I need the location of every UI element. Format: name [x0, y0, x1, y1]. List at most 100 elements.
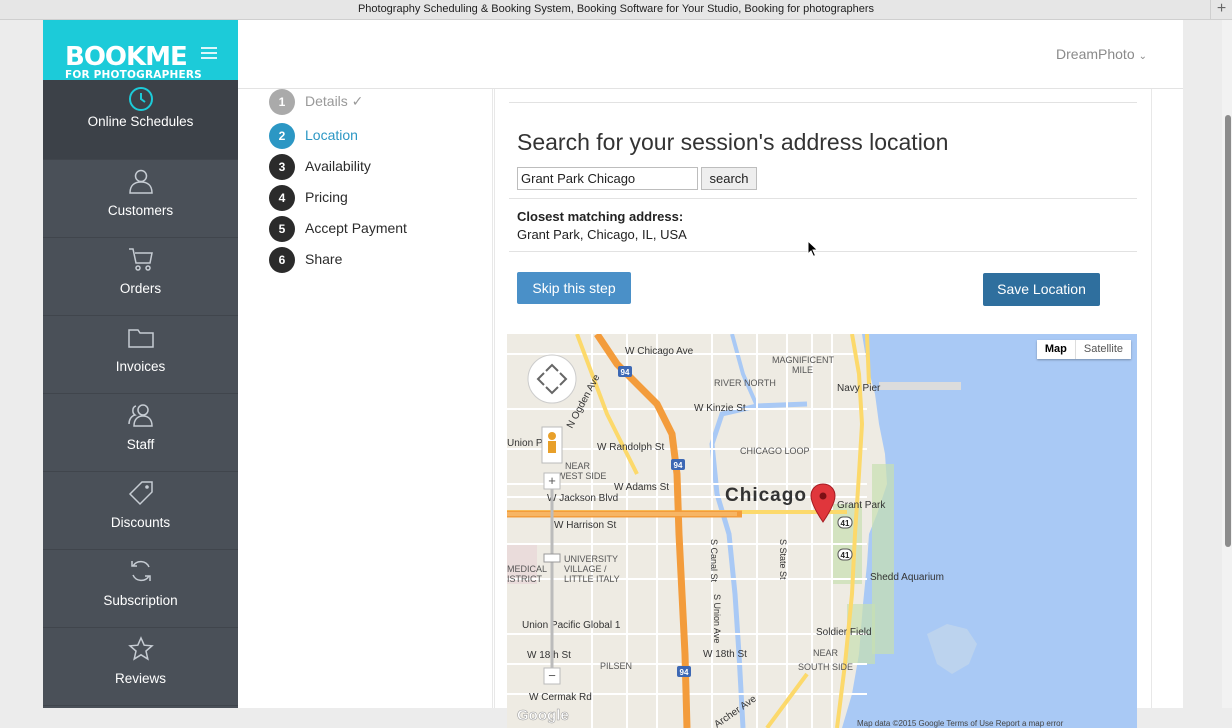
- brand-logo[interactable]: BOOKME FOR PHOTOGRAPHERS: [43, 20, 238, 89]
- step-number: 2: [269, 123, 295, 149]
- zoom-out-icon: −: [548, 668, 556, 683]
- map-label-us41: 41: [841, 519, 850, 528]
- map-label-street: W Chicago Ave: [625, 346, 694, 357]
- step-number: 1: [269, 89, 295, 115]
- closest-address-label: Closest matching address:: [517, 209, 684, 224]
- map-label-poi: Soldier Field: [816, 627, 872, 638]
- top-header: DreamPhoto ⌄: [238, 20, 1183, 89]
- map-type-satellite-button[interactable]: Satellite: [1076, 340, 1131, 359]
- folder-icon: [128, 329, 154, 348]
- map-type-toggle[interactable]: Map Satellite: [1036, 340, 1131, 359]
- map-label-poi: Union Pacific Global 1: [522, 620, 621, 631]
- map-label-neighborhood: NEAR: [813, 648, 839, 658]
- map-label-street: W Kinzie St: [694, 403, 746, 414]
- sidebar: Online Schedules Customers Orders Invoic…: [43, 80, 238, 708]
- google-logo: Google: [517, 707, 569, 724]
- step-label: Details ✓: [305, 93, 364, 109]
- map-label-neighborhood: UNIVERSITY: [564, 554, 618, 564]
- hamburger-menu-icon[interactable]: [201, 47, 217, 59]
- star-icon: [128, 636, 154, 661]
- sidebar-item-online-schedules[interactable]: Online Schedules: [43, 80, 238, 160]
- map-label-neighborhood: MAGNIFICENT: [772, 355, 835, 365]
- step-number: 6: [269, 247, 295, 273]
- map-label-neighborhood: LITTLE ITALY: [564, 574, 620, 584]
- map-canvas: 94 94 94 41 41 W Chicago Ave MAGNIFICENT…: [507, 334, 1137, 728]
- new-tab-icon[interactable]: +: [1210, 0, 1232, 20]
- map-label-neighborhood: VILLAGE /: [564, 564, 607, 574]
- save-location-button[interactable]: Save Location: [983, 273, 1100, 306]
- step-number: 5: [269, 216, 295, 242]
- map-label-neighborhood: ISTRICT: [507, 574, 543, 584]
- map-label-street: W Harrison St: [554, 520, 616, 531]
- wizard-steps: 1 Details ✓ 2 Location 3 Availability 4 …: [238, 89, 493, 708]
- map-label-neighborhood: RIVER NORTH: [714, 378, 776, 388]
- clock-icon: [129, 87, 153, 111]
- search-button[interactable]: search: [701, 167, 757, 190]
- map-label-neighborhood: MILE: [792, 365, 813, 375]
- map-type-map-button[interactable]: Map: [1037, 340, 1076, 359]
- step-label: Share: [305, 251, 343, 267]
- sidebar-item-label: Customers: [107, 203, 174, 218]
- map-label-neighborhood: PILSEN: [600, 661, 632, 671]
- sidebar-item-subscription[interactable]: Subscription: [43, 550, 238, 628]
- map-label-neighborhood: MEDICAL: [507, 564, 547, 574]
- sidebar-item-label: Staff: [126, 437, 155, 452]
- map-label-i94: 94: [621, 368, 630, 377]
- sidebar-item-label: Discounts: [110, 515, 171, 530]
- sidebar-item-invoices[interactable]: Invoices: [43, 316, 238, 394]
- tag-icon: [128, 481, 153, 506]
- sidebar-item-label: Subscription: [103, 593, 178, 608]
- map-view[interactable]: 94 94 94 41 41 W Chicago Ave MAGNIFICENT…: [507, 334, 1137, 728]
- map-attribution: Map data ©2015 Google Terms of Use Repor…: [857, 719, 1064, 728]
- cart-icon: [129, 248, 153, 271]
- step-number: 3: [269, 154, 295, 180]
- mouse-cursor-icon: [807, 240, 819, 258]
- sidebar-item-customers[interactable]: Customers: [43, 160, 238, 238]
- map-label-street: W Randolph St: [597, 442, 664, 453]
- zoom-in-icon: +: [548, 473, 556, 488]
- map-label-street: W Cermak Rd: [529, 692, 592, 703]
- sidebar-item-discounts[interactable]: Discounts: [43, 472, 238, 550]
- closest-address-value: Grant Park, Chicago, IL, USA: [517, 227, 687, 242]
- app-frame: BOOKME FOR PHOTOGRAPHERS DreamPhoto ⌄ Onl…: [43, 20, 1183, 728]
- user-menu[interactable]: DreamPhoto ⌄: [1056, 46, 1147, 62]
- map-label-poi: Shedd Aquarium: [870, 572, 944, 583]
- skip-step-button[interactable]: Skip this step: [517, 272, 631, 304]
- map-label-street: S Union Ave: [712, 594, 722, 643]
- page-scrollbar-thumb[interactable]: [1225, 115, 1231, 547]
- map-label-neighborhood: NEAR: [565, 461, 591, 471]
- map-label-poi: Grant Park: [837, 500, 886, 511]
- step-label: Availability: [305, 158, 371, 174]
- street-view-pegman-icon: [541, 426, 563, 464]
- map-label-street: W 18th St: [703, 649, 747, 660]
- window-title-bar: Photography Scheduling & Booking System,…: [0, 0, 1232, 20]
- page-title: Search for your session's address locati…: [517, 129, 949, 155]
- divider: [509, 198, 1137, 199]
- user-icon: [129, 169, 153, 194]
- map-label-street: S State St: [778, 539, 788, 580]
- chevron-down-icon: ⌄: [1138, 51, 1147, 62]
- map-label-street: S Canal St: [709, 539, 719, 583]
- map-pan-control-icon: [527, 354, 577, 404]
- map-label-neighborhood: SOUTH SIDE: [798, 662, 853, 672]
- sidebar-item-label: Reviews: [114, 671, 166, 686]
- step-label: Pricing: [305, 189, 348, 205]
- map-label-street: W Adams St: [614, 482, 669, 493]
- sidebar-item-orders[interactable]: Orders: [43, 238, 238, 316]
- refresh-icon: [131, 560, 151, 582]
- map-label-poi: Navy Pier: [837, 383, 881, 394]
- divider: [509, 102, 1137, 103]
- map-label-i94: 94: [680, 668, 689, 677]
- address-search-input[interactable]: [517, 167, 698, 190]
- map-label-us41: 41: [841, 551, 850, 560]
- divider: [509, 251, 1137, 252]
- map-label-neighborhood: WEST SIDE: [557, 471, 606, 481]
- sidebar-item-label: Online Schedules: [87, 114, 194, 129]
- sidebar-item-staff[interactable]: Staff: [43, 394, 238, 472]
- sidebar-item-label: Invoices: [115, 359, 166, 374]
- user-menu-label: DreamPhoto: [1056, 46, 1135, 62]
- step-number: 4: [269, 185, 295, 211]
- map-label-street: W 18th St: [527, 650, 571, 661]
- staff-icon: [128, 404, 153, 427]
- sidebar-item-reviews[interactable]: Reviews: [43, 628, 238, 706]
